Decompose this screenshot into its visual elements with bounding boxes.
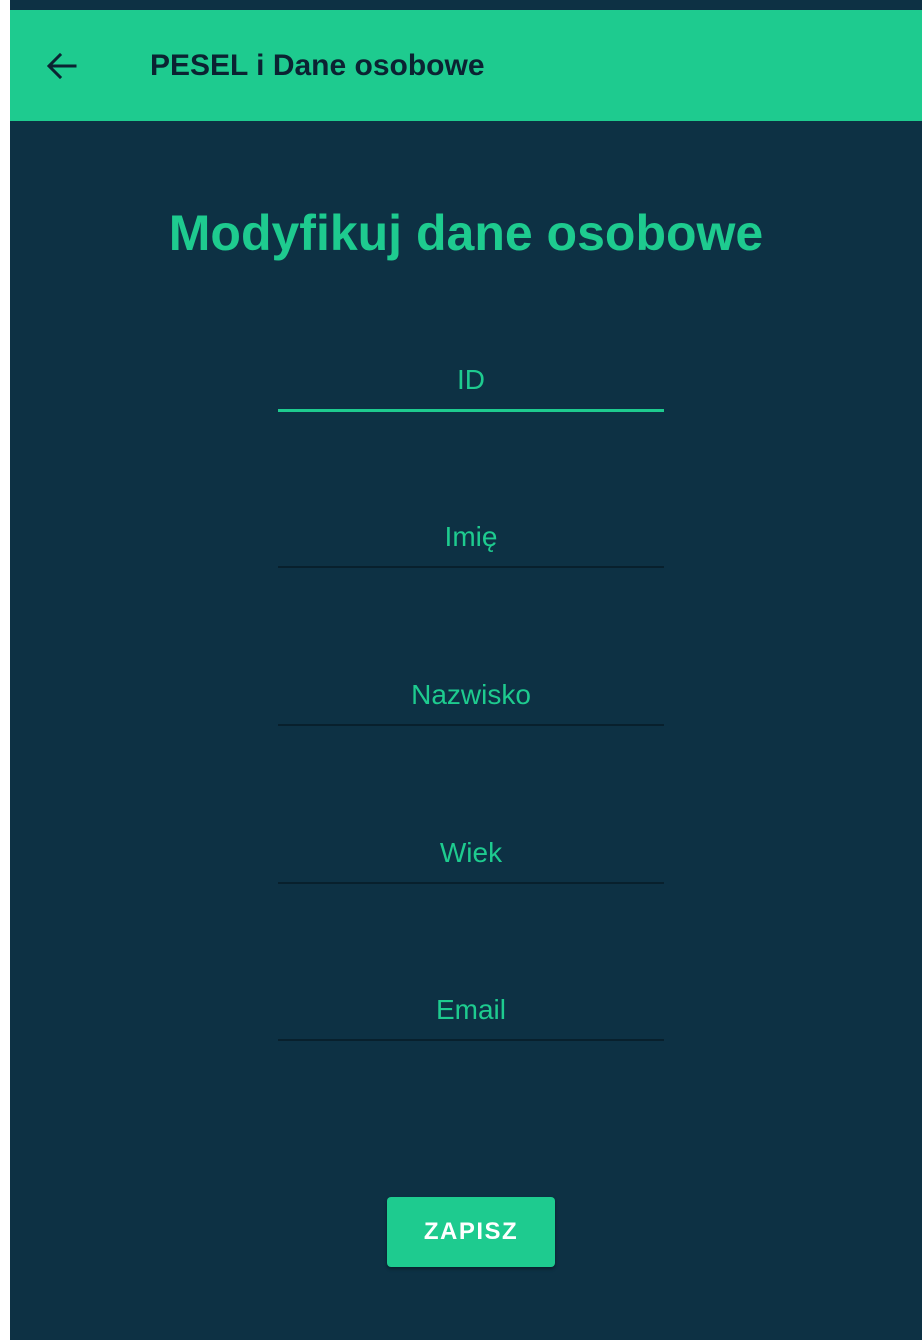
page-title: Modyfikuj dane osobowe [168, 205, 764, 261]
app-bar: PESEL i Dane osobowe [10, 10, 922, 121]
save-button[interactable]: ZAPISZ [387, 1197, 555, 1267]
id-field-wrapper [278, 351, 664, 412]
back-button[interactable] [40, 44, 84, 88]
email-field-wrapper [278, 981, 664, 1041]
arrow-left-icon [47, 53, 77, 79]
last-name-input[interactable] [278, 666, 664, 726]
first-name-field-wrapper [278, 508, 664, 568]
email-input[interactable] [278, 981, 664, 1041]
age-input[interactable] [278, 824, 664, 884]
window-edge [0, 0, 10, 1340]
age-field-wrapper [278, 824, 664, 884]
id-input[interactable] [278, 351, 664, 412]
first-name-input[interactable] [278, 508, 664, 568]
last-name-field-wrapper [278, 666, 664, 726]
app-title: PESEL i Dane osobowe [150, 49, 485, 82]
form-container: Modyfikuj dane osobowe ZAPISZ [10, 121, 922, 1340]
